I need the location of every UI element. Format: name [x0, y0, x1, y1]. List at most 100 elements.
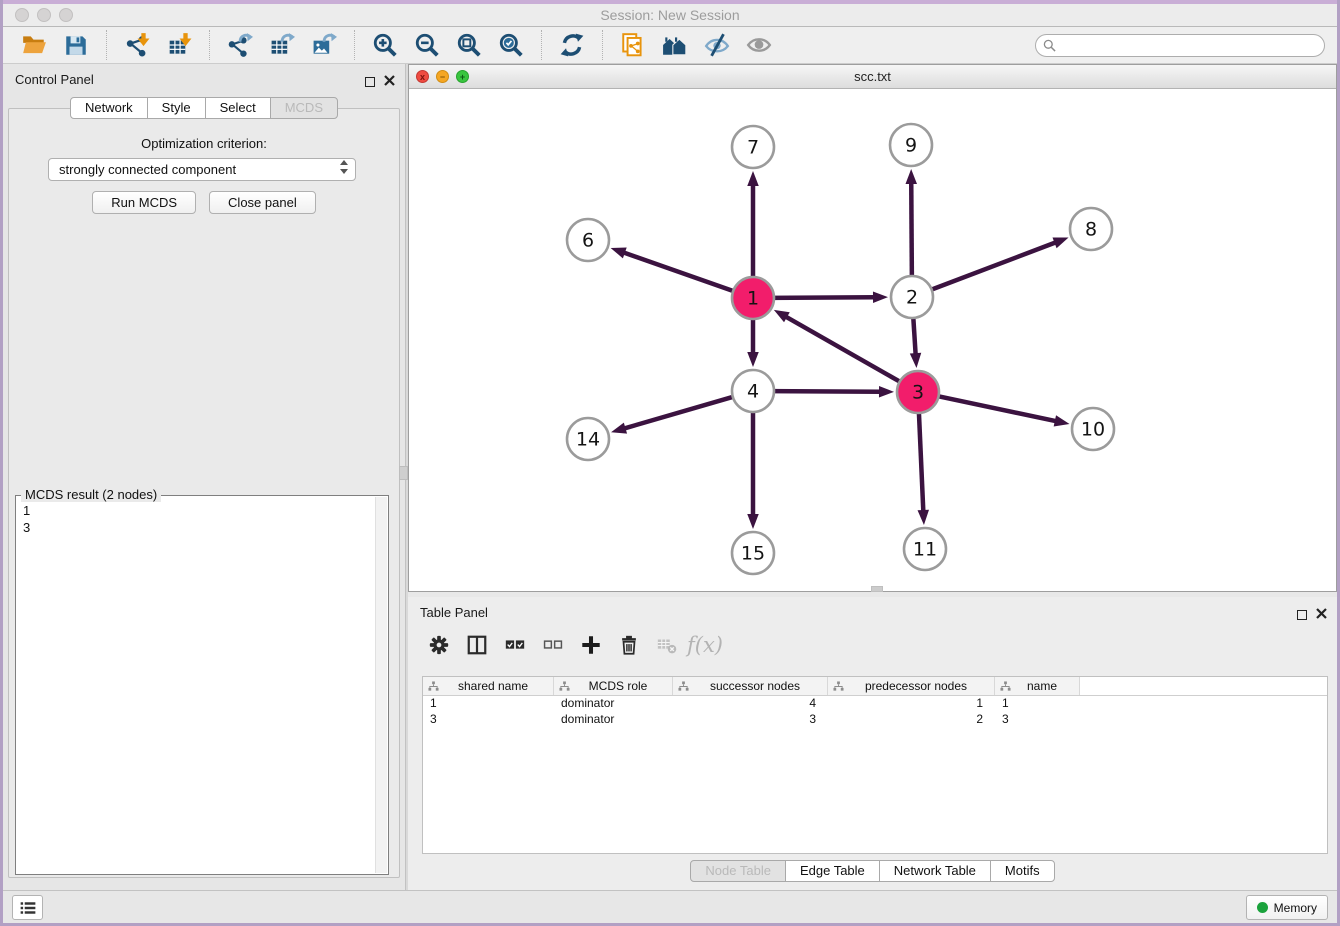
graph-edge-1-2[interactable] [771, 297, 875, 298]
tab-network-table[interactable]: Network Table [879, 860, 991, 882]
mcds-result-box: MCDS result (2 nodes) 13 [15, 495, 389, 875]
tab-select[interactable]: Select [205, 97, 271, 119]
close-table-panel-icon[interactable] [1316, 606, 1327, 624]
delete-column-icon[interactable] [615, 631, 643, 659]
network-maximize-button[interactable]: + [456, 70, 469, 83]
table-cell[interactable]: dominator [554, 696, 673, 712]
table-cell[interactable]: 3 [423, 712, 554, 728]
mcds-result-list[interactable]: 13 [16, 498, 374, 874]
graph-edge-4-14[interactable] [624, 396, 736, 429]
graph-edge-3-11[interactable] [919, 410, 924, 512]
first-neighbors-icon[interactable] [660, 30, 690, 60]
table-cell[interactable]: 1 [423, 696, 554, 712]
column-header-name[interactable]: name [995, 677, 1080, 695]
maximize-window-button[interactable] [59, 8, 73, 22]
graph-node-label: 7 [747, 137, 759, 159]
graph-node-label: 11 [913, 539, 937, 561]
export-network-icon[interactable] [225, 30, 255, 60]
column-header-successor-nodes[interactable]: successor nodes [673, 677, 828, 695]
tab-mcds[interactable]: MCDS [270, 97, 338, 119]
search-box[interactable] [1035, 34, 1325, 57]
zoom-out-icon[interactable] [412, 30, 442, 60]
toolbar-separator [541, 30, 542, 60]
tab-network[interactable]: Network [70, 97, 148, 119]
hide-selected-icon[interactable] [702, 30, 732, 60]
table-cell[interactable]: 1 [828, 696, 995, 712]
tab-edge-table[interactable]: Edge Table [785, 860, 880, 882]
table-cell[interactable]: 3 [995, 712, 1080, 728]
export-image-icon[interactable] [309, 30, 339, 60]
show-all-icon[interactable] [744, 30, 774, 60]
control-panel: Control Panel NetworkStyleSelectMCDS Opt… [3, 64, 405, 890]
run-mcds-button[interactable]: Run MCDS [92, 191, 196, 214]
float-table-panel-icon[interactable] [1297, 610, 1307, 620]
column-layout-icon[interactable] [463, 631, 491, 659]
horizontal-split-handle[interactable] [871, 586, 883, 592]
graph-edge-2-3[interactable] [913, 315, 916, 355]
select-all-icon[interactable] [501, 631, 529, 659]
network-canvas[interactable]: 7968124314101511 [409, 89, 1336, 591]
node-table-header: shared nameMCDS rolesuccessor nodesprede… [423, 677, 1327, 696]
table-cell[interactable]: 2 [828, 712, 995, 728]
graph-node-label: 14 [576, 429, 600, 451]
graph-edge-1-6[interactable] [623, 252, 736, 292]
graph-edge-4-3[interactable] [771, 391, 881, 392]
tab-node-table[interactable]: Node Table [690, 860, 786, 882]
toolbar-separator [354, 30, 355, 60]
network-close-button[interactable]: x [416, 70, 429, 83]
graph-edge-2-8[interactable] [929, 242, 1057, 290]
graph-node-label: 8 [1085, 219, 1097, 241]
network-window-titlebar[interactable]: x − + scc.txt [409, 65, 1336, 89]
zoom-selected-icon[interactable] [496, 30, 526, 60]
result-scrollbar[interactable] [375, 497, 387, 873]
task-history-button[interactable] [12, 895, 43, 920]
close-window-button[interactable] [15, 8, 29, 22]
import-network-icon[interactable] [122, 30, 152, 60]
import-table-icon[interactable] [164, 30, 194, 60]
control-panel-tabs: NetworkStyleSelectMCDS [3, 97, 405, 119]
column-header-predecessor-nodes[interactable]: predecessor nodes [828, 677, 995, 695]
column-header-shared-name[interactable]: shared name [423, 677, 554, 695]
graph-edge-3-1[interactable] [785, 316, 902, 383]
graph-edge-arrowhead [747, 352, 759, 367]
control-panel-title: Control Panel [15, 72, 94, 87]
table-cell[interactable]: 4 [673, 696, 828, 712]
network-window-title: scc.txt [409, 65, 1336, 88]
table-row[interactable]: 1dominator411 [423, 696, 1327, 712]
graph-edge-arrowhead [873, 291, 888, 302]
network-minimize-button[interactable]: − [436, 70, 449, 83]
toolbar-separator [602, 30, 603, 60]
zoom-fit-icon[interactable] [454, 30, 484, 60]
graph-edge-2-9[interactable] [911, 182, 912, 279]
duplicate-network-icon[interactable] [618, 30, 648, 60]
graph-edge-arrowhead [1054, 415, 1070, 426]
zoom-in-icon[interactable] [370, 30, 400, 60]
table-cell[interactable]: 3 [673, 712, 828, 728]
tab-style[interactable]: Style [147, 97, 206, 119]
toolbar-separator [106, 30, 107, 60]
search-input[interactable] [1061, 38, 1317, 52]
graph-edge-3-10[interactable] [936, 396, 1057, 422]
table-row[interactable]: 3dominator323 [423, 712, 1327, 728]
graph-edge-arrowhead [747, 514, 759, 529]
minimize-window-button[interactable] [37, 8, 51, 22]
table-panel-title: Table Panel [420, 605, 488, 620]
refresh-icon[interactable] [557, 30, 587, 60]
table-cell[interactable]: dominator [554, 712, 673, 728]
table-settings-icon[interactable] [425, 631, 453, 659]
close-panel-icon[interactable] [384, 73, 395, 91]
column-header-mcds-role[interactable]: MCDS role [554, 677, 673, 695]
close-panel-button[interactable]: Close panel [209, 191, 316, 214]
float-panel-icon[interactable] [365, 77, 375, 87]
export-table-icon[interactable] [267, 30, 297, 60]
tab-motifs[interactable]: Motifs [990, 860, 1055, 882]
deselect-all-icon[interactable] [539, 631, 567, 659]
graph-node-label: 15 [741, 543, 765, 565]
add-column-icon[interactable] [577, 631, 605, 659]
save-session-icon[interactable] [61, 30, 91, 60]
open-session-icon[interactable] [19, 30, 49, 60]
table-cell[interactable]: 1 [995, 696, 1080, 712]
panel-split-handle[interactable] [399, 466, 408, 480]
optimization-criterion-select[interactable]: strongly connected component [48, 158, 356, 181]
memory-button[interactable]: Memory [1246, 895, 1328, 920]
